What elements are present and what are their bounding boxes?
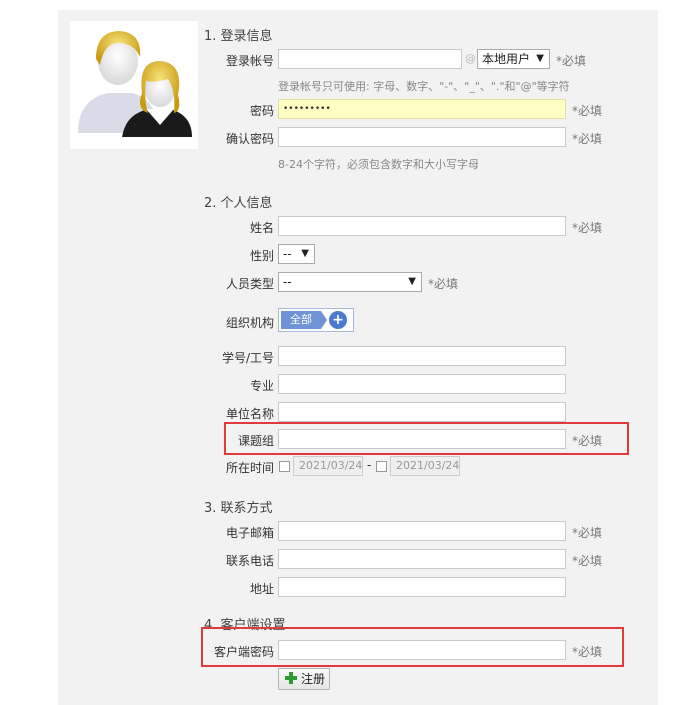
password-hint: 8-24个字符，必须包含数字和大小写字母 (278, 158, 479, 171)
chevron-down-icon: ▼ (408, 276, 416, 287)
account-label: 登录帐号 (225, 54, 274, 68)
register-button[interactable]: 注册 (278, 668, 330, 690)
chevron-down-icon: ▼ (536, 53, 544, 64)
research-group-highlight (224, 422, 629, 455)
date-separator: - (367, 458, 372, 472)
name-label: 姓名 (249, 221, 274, 235)
gender-label: 性别 (249, 249, 274, 263)
phone-input[interactable] (278, 549, 566, 569)
person-type-select-value: -- (283, 275, 292, 289)
section-contact-title: 3. 联系方式 (204, 501, 273, 516)
password-label: 密码 (249, 104, 274, 118)
name-required: *必填 (572, 221, 603, 235)
unit-name-label: 单位名称 (225, 407, 274, 421)
chevron-down-icon: ▼ (301, 248, 309, 259)
plus-circle-icon[interactable]: + (329, 311, 347, 329)
person-type-label: 人员类型 (225, 277, 274, 291)
org-label: 组织机构 (225, 316, 274, 330)
address-input[interactable] (278, 577, 566, 597)
client-password-highlight (201, 627, 624, 667)
unit-name-input[interactable] (278, 402, 566, 422)
org-tag-arrow (321, 311, 327, 329)
green-plus-icon (285, 672, 297, 684)
name-input[interactable] (278, 216, 566, 236)
phone-required: *必填 (572, 554, 603, 568)
password-input[interactable]: ••••••••• (278, 99, 566, 119)
section-personal-title: 2. 个人信息 (204, 196, 273, 211)
date-from-input[interactable]: 2021/03/24 (293, 456, 363, 476)
email-label: 电子邮箱 (225, 526, 274, 540)
major-input[interactable] (278, 374, 566, 394)
account-hint: 登录帐号只可使用: 字母、数字、"-"、"_"、"."和"@"等字符 (278, 80, 570, 93)
confirm-password-required: *必填 (572, 132, 603, 146)
gender-select[interactable]: -- ▼ (278, 244, 315, 264)
section-login-title: 1. 登录信息 (204, 29, 273, 44)
date-from-checkbox[interactable] (279, 461, 290, 472)
person-type-select[interactable]: -- ▼ (278, 272, 422, 292)
account-required: *必填 (556, 54, 587, 68)
gender-select-value: -- (283, 247, 292, 261)
period-label: 所在时间 (225, 461, 274, 475)
address-label: 地址 (249, 582, 274, 596)
account-input[interactable] (278, 49, 462, 69)
org-all-tag[interactable]: 全部 (281, 311, 321, 329)
date-to-input[interactable]: 2021/03/24 (390, 456, 460, 476)
email-required: *必填 (572, 526, 603, 540)
date-to-checkbox[interactable] (376, 461, 387, 472)
confirm-password-input[interactable] (278, 127, 566, 147)
domain-select-value: 本地用户 (482, 52, 531, 66)
person-type-required: *必填 (428, 277, 459, 291)
domain-select[interactable]: 本地用户 ▼ (477, 49, 550, 69)
phone-label: 联系电话 (225, 554, 274, 568)
users-avatar-icon (70, 21, 198, 149)
email-input[interactable] (278, 521, 566, 541)
student-id-label: 学号/工号 (221, 351, 274, 365)
password-required: *必填 (572, 104, 603, 118)
register-button-label: 注册 (301, 672, 326, 686)
org-selector[interactable]: 全部 + (278, 308, 354, 332)
confirm-password-label: 确认密码 (225, 132, 274, 146)
major-label: 专业 (249, 379, 274, 393)
student-id-input[interactable] (278, 346, 566, 366)
at-symbol: @ (465, 52, 476, 65)
